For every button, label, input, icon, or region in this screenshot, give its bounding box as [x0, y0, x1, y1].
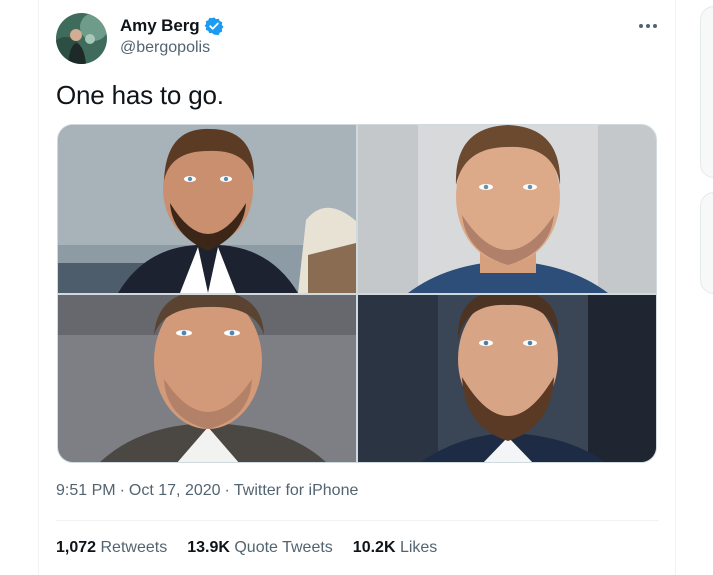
quote-tweets-stat[interactable]: 13.9K Quote Tweets — [187, 539, 333, 557]
quote-tweets-label: Quote Tweets — [234, 539, 333, 556]
likes-stat[interactable]: 10.2K Likes — [353, 539, 438, 557]
engagement-stats: 1,072 Retweets 13.9K Quote Tweets 10.2K … — [56, 539, 437, 557]
retweets-stat[interactable]: 1,072 Retweets — [56, 539, 167, 557]
right-column-border — [675, 0, 676, 575]
media-photo-3[interactable] — [58, 295, 356, 462]
media-photo-2[interactable] — [358, 125, 656, 293]
tweet-time[interactable]: 9:51 PM — [56, 482, 116, 499]
likes-count: 10.2K — [352, 539, 396, 556]
author-name[interactable]: Amy Berg — [120, 16, 200, 36]
tweet-meta: 9:51 PM · Oct 17, 2020 · Twitter for iPhone — [56, 482, 358, 500]
sidebar-card — [700, 192, 713, 294]
retweets-count: 1,072 — [56, 539, 97, 556]
retweets-label: Retweets — [100, 539, 168, 556]
tweet-detail-view: Amy Berg @bergopolis One has to go. 9:51… — [0, 0, 713, 575]
media-grid — [57, 124, 657, 463]
tweet-source[interactable]: Twitter for iPhone — [234, 482, 359, 499]
author-handle[interactable]: @bergopolis — [120, 39, 210, 57]
likes-label: Likes — [399, 539, 438, 556]
more-options-icon[interactable] — [637, 17, 659, 35]
quote-tweets-count: 13.9K — [187, 539, 230, 556]
avatar-image — [56, 13, 107, 64]
divider — [56, 520, 659, 521]
media-photo-1[interactable] — [58, 125, 356, 293]
separator-dot: · — [119, 482, 125, 499]
verified-badge-icon — [203, 16, 224, 36]
left-column-border — [38, 0, 39, 575]
media-photo-4[interactable] — [358, 295, 656, 462]
author-name-row[interactable]: Amy Berg — [120, 15, 224, 37]
separator-dot: · — [224, 482, 230, 499]
tweet-text: One has to go. — [56, 80, 224, 110]
avatar[interactable] — [56, 13, 107, 64]
tweet-date[interactable]: Oct 17, 2020 — [129, 482, 221, 499]
sidebar-card — [700, 6, 713, 178]
